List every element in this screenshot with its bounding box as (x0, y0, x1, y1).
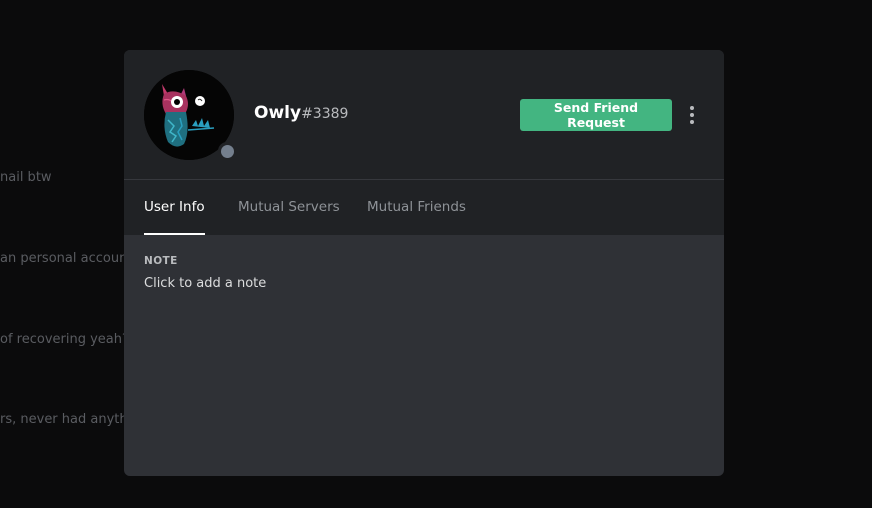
more-dot (690, 120, 694, 124)
note-input[interactable]: Click to add a note (144, 276, 704, 291)
more-dot (690, 106, 694, 110)
tab-user-info[interactable]: User Info (144, 180, 205, 235)
profile-header: Owly#3389 Send Friend Request (124, 50, 724, 180)
username-text: Owly (254, 103, 302, 123)
profile-tabs: User Info Mutual Servers Mutual Friends (124, 180, 724, 235)
background-message: nail btw (0, 170, 52, 185)
status-dot-icon (220, 144, 234, 158)
more-vertical-icon[interactable] (684, 103, 700, 127)
more-dot (690, 113, 694, 117)
tab-mutual-servers[interactable]: Mutual Servers (238, 180, 340, 235)
discriminator-text: #3389 (301, 106, 349, 122)
avatar[interactable] (144, 70, 236, 160)
background-message: of recovering yeah? (0, 332, 129, 347)
note-label: NOTE (144, 255, 178, 267)
profile-username[interactable]: Owly#3389 (254, 103, 348, 123)
background-message: rs, never had anythi (0, 412, 132, 427)
user-info-panel: NOTE Click to add a note (124, 235, 724, 311)
user-profile-modal: Owly#3389 Send Friend Request User Info … (124, 50, 724, 476)
send-friend-request-button[interactable]: Send Friend Request (520, 99, 672, 131)
background-message: an personal account (0, 251, 133, 266)
tab-mutual-friends[interactable]: Mutual Friends (367, 180, 466, 235)
status-offline-indicator (218, 142, 236, 160)
